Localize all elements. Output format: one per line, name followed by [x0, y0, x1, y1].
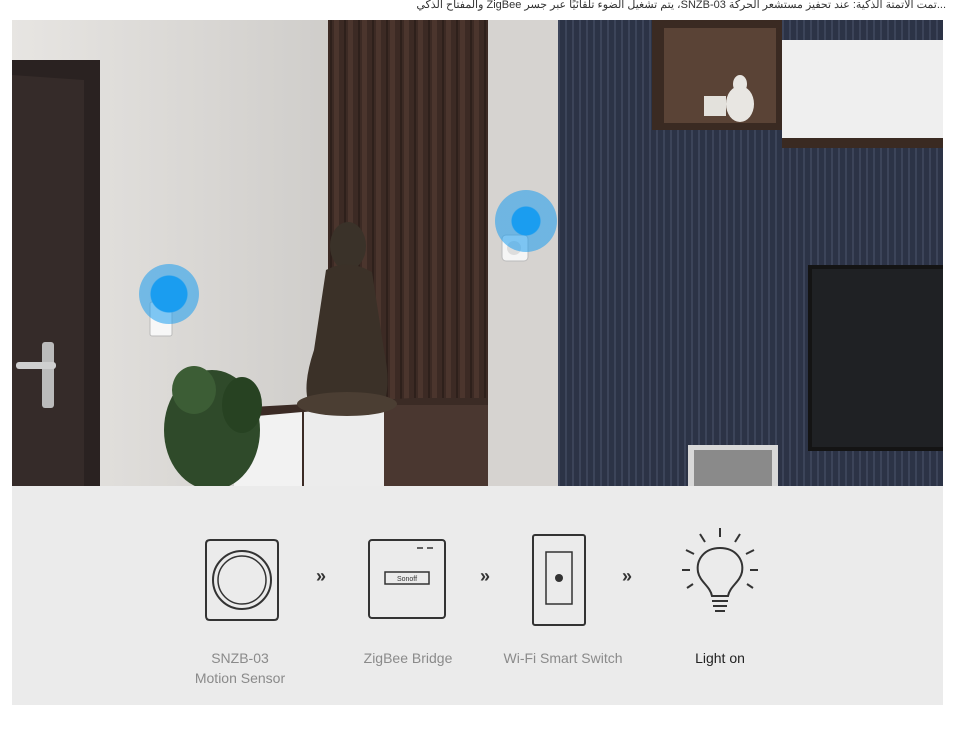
flow-label-zigbee-bridge: ZigBee Bridge — [342, 648, 474, 668]
room-photo — [12, 20, 943, 486]
flow-label-smart-switch: Wi-Fi Smart Switch — [490, 648, 636, 668]
flow-label-line1: SNZB-03 — [211, 650, 269, 666]
light-bulb-icon — [682, 528, 758, 612]
flow-arrow-2: » — [480, 566, 490, 586]
top-caption: ...تمت الأتمتة الذكية: عند تحفيز مستشعر … — [416, 0, 946, 11]
motion-sensor-icon — [205, 539, 279, 621]
flow-label-line1: Light on — [695, 650, 745, 666]
flow-label-light-on: Light on — [672, 648, 768, 668]
flow-arrow-1: » — [316, 566, 326, 586]
flow-label-line1: ZigBee Bridge — [363, 650, 453, 666]
svg-text:Sonoff: Sonoff — [397, 576, 417, 583]
flow-label-line2: Motion Sensor — [194, 670, 286, 686]
zigbee-bridge-icon: Sonoff — [368, 539, 446, 619]
smart-switch-icon — [532, 534, 586, 626]
automation-flow-panel: » Sonoff » » SNZB-03 Motion Sensor ZigBe… — [12, 486, 943, 705]
flow-label-line1: Wi-Fi Smart Switch — [503, 650, 623, 666]
sensor-indicator-right — [495, 190, 557, 252]
flow-arrow-3: » — [622, 566, 632, 586]
flow-label-motion-sensor: SNZB-03 Motion Sensor — [180, 648, 300, 688]
sensor-indicator-left — [139, 264, 199, 324]
